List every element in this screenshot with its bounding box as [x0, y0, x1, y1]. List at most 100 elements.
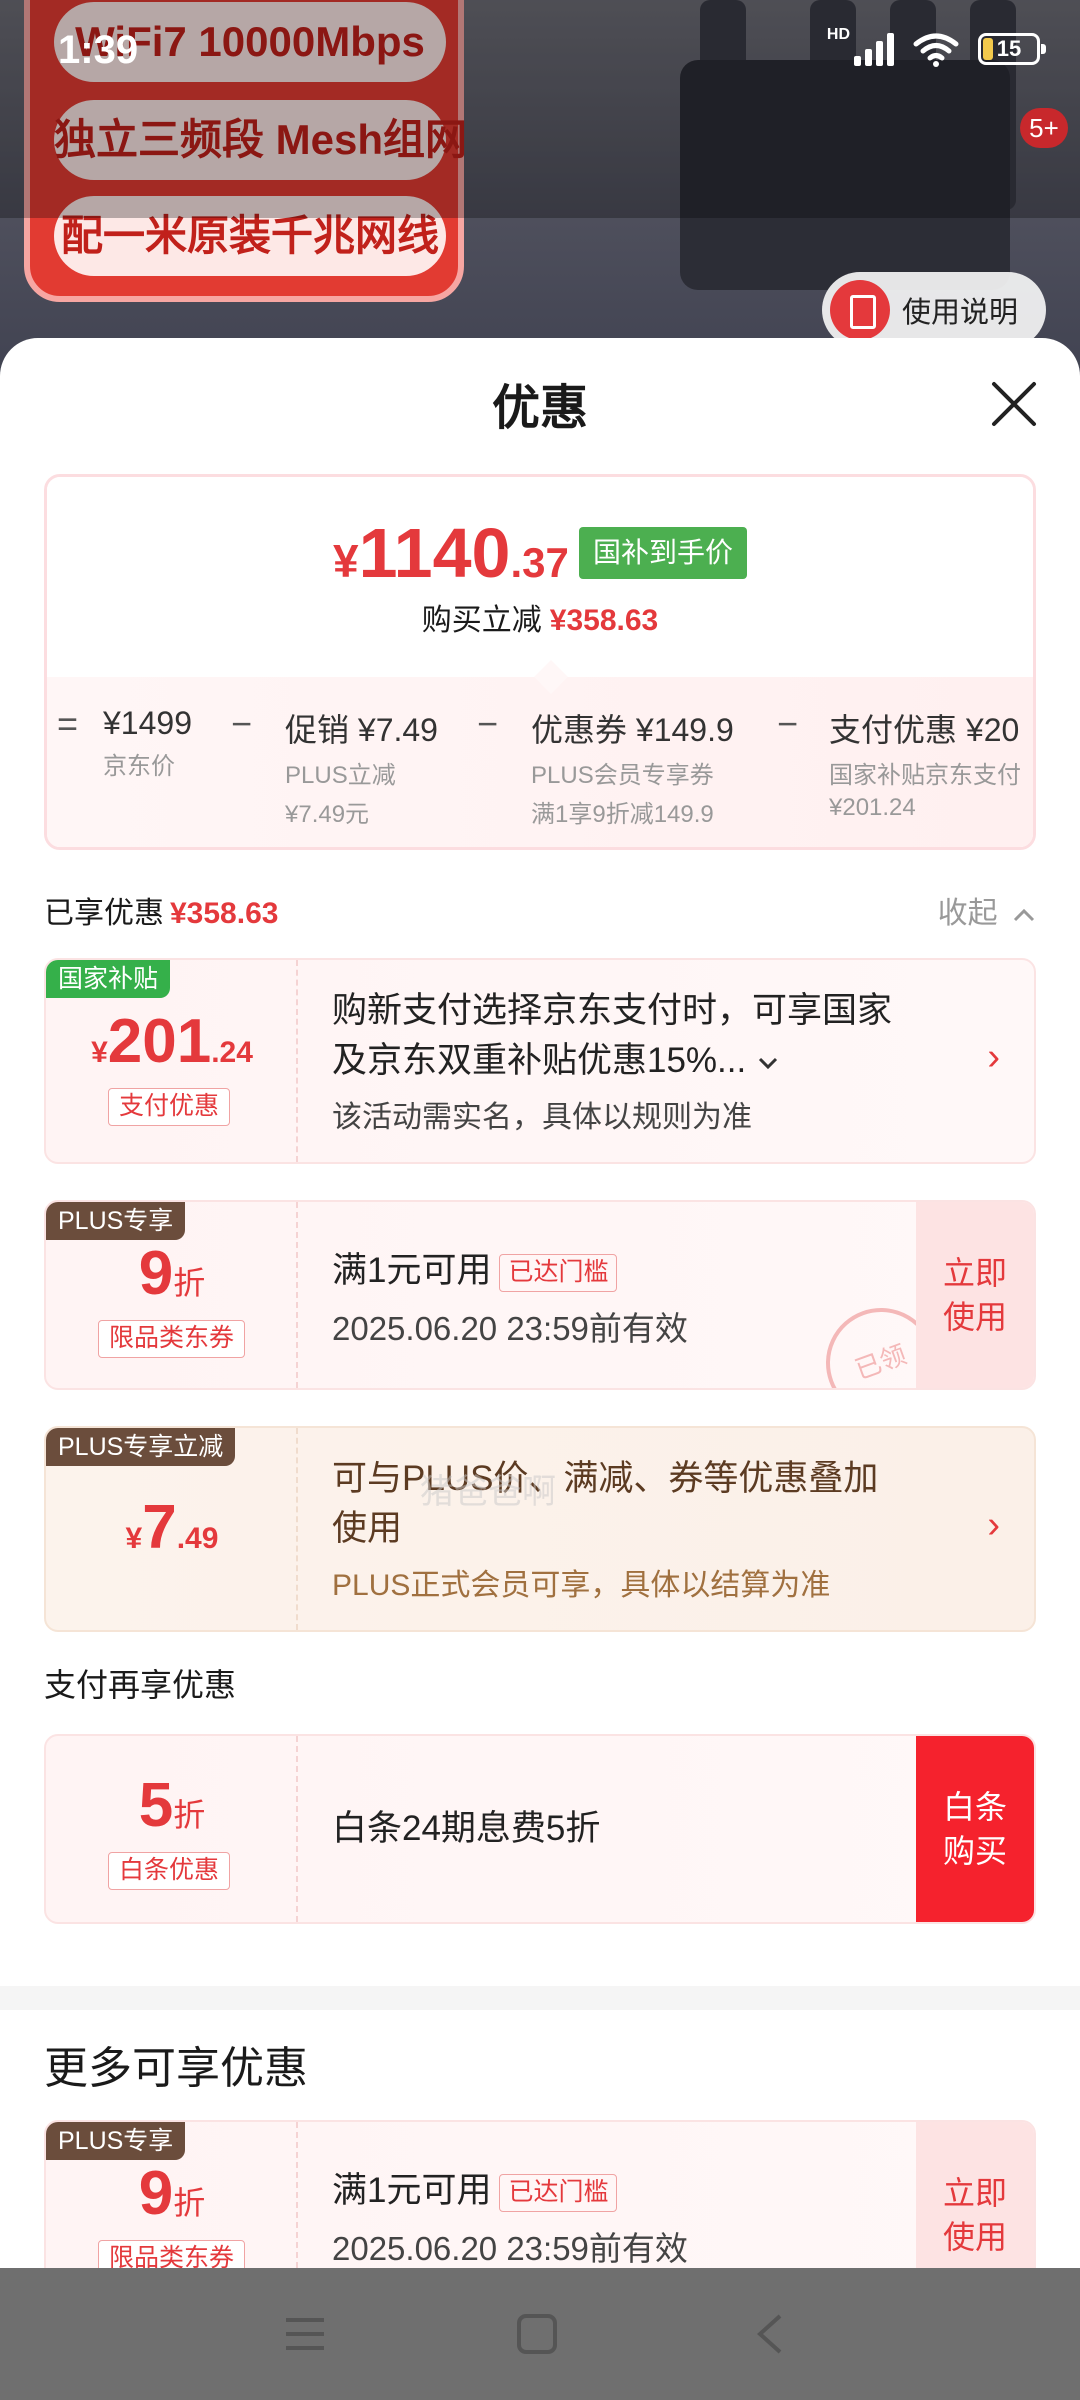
final-price: ¥1140.37	[333, 513, 569, 593]
use-now-button[interactable]: 立即使用	[916, 1202, 1034, 1388]
offer-note: PLUS正式会员可享，具体以结算为准	[332, 1569, 831, 1602]
rate-value: 9	[138, 1239, 174, 1308]
minus-sign: −	[777, 703, 799, 744]
price-summary-card: ¥1140.37 国补到手价 购买立减 ¥358.63 = ¥1499 京东价 −…	[44, 474, 1036, 850]
manual-icon	[830, 280, 890, 340]
enjoyed-label: 已享优惠	[44, 897, 164, 930]
offer-corner-tag: 国家补贴	[46, 960, 171, 998]
offer-desc: 及京东双重补贴优惠15%...	[332, 1041, 747, 1080]
menu-icon[interactable]	[282, 2312, 328, 2356]
sheet-title: 优惠	[491, 382, 588, 435]
collapse-button[interactable]: 收起	[938, 888, 1036, 932]
battery-icon: 15	[978, 33, 1046, 65]
price-integer: 1140	[358, 514, 511, 592]
plus-reduction-card[interactable]: PLUS专享立减 ¥7.49 可与PLUS价、满减、券等优惠叠加 使用 PLUS…	[44, 1426, 1036, 1632]
currency-symbol: ¥	[333, 535, 359, 587]
minus-sign: −	[231, 703, 253, 744]
price-decimal: .37	[510, 539, 569, 586]
offer-type-tag: 限品类东券	[98, 1320, 246, 1358]
plus-coupon-card[interactable]: PLUS专享 9折 限品类东券 满1元可用 已达门槛 2025.06.20 23:…	[44, 2120, 1036, 2268]
baitiao-desc: 白条24期息费5折	[332, 1809, 601, 1848]
offer-corner-tag: PLUS专享立减	[46, 1428, 236, 1466]
rate-value: 5	[138, 1771, 174, 1840]
amount-integer: 7	[142, 1493, 177, 1562]
chevron-down-icon[interactable]	[756, 1053, 780, 1073]
amount-decimal: .24	[211, 1036, 253, 1069]
breakdown-sub: 满1享9折减149.9	[531, 801, 714, 828]
threshold-reached-tag: 已达门槛	[499, 1253, 618, 1292]
pay-again-heading: 支付再享优惠	[44, 1667, 237, 1703]
baitiao-buy-label: 白条购买	[942, 1789, 1007, 1869]
breakdown-sub: 国家补贴京东支付	[829, 762, 1021, 789]
breakdown-title: 优惠券 ¥149.9	[531, 712, 734, 748]
price-breakdown[interactable]: = ¥1499 京东价 − 促销 ¥7.49 PLUS立减 ¥7.49元 − 优…	[47, 677, 1033, 847]
breakdown-item: 支付优惠 ¥20 国家补贴京东支付 ¥201.24	[829, 705, 1021, 822]
discount-rate: 5折	[46, 1770, 298, 1841]
expiry-text: 2025.06.20 23:59前有效	[332, 2230, 688, 2267]
offer-corner-tag: PLUS专享	[46, 2122, 186, 2160]
offer-desc-row: 及京东双重补贴优惠15%...	[332, 1036, 892, 1086]
offer-amount: ¥201.24	[46, 1006, 298, 1077]
discount-rate: 9折	[46, 1238, 298, 1309]
condition-text: 满1元可用	[332, 1251, 492, 1290]
close-icon[interactable]	[988, 378, 1040, 430]
usage-guide-button[interactable]: 使用说明	[822, 272, 1046, 348]
offer-desc: 可与PLUS价、满减、券等优惠叠加	[332, 1459, 879, 1498]
minus-sign: −	[477, 703, 499, 744]
chevron-right-icon[interactable]: ›	[987, 1504, 1000, 1547]
system-nav-bar	[0, 2268, 1080, 2400]
breakdown-sub: ¥201.24	[829, 794, 916, 821]
usage-guide-label: 使用说明	[902, 297, 1019, 329]
save-line: 购买立减 ¥358.63	[47, 595, 1033, 639]
breakdown-title: 支付优惠 ¥20	[829, 712, 1020, 748]
offer-desc: 使用	[332, 1509, 403, 1548]
breakdown-sub: ¥7.49元	[285, 801, 370, 828]
home-icon[interactable]	[514, 2312, 560, 2356]
subsidy-offer-card[interactable]: 国家补贴 ¥201.24 支付优惠 购新支付选择京东支付时，可享国家 及京东双重…	[44, 958, 1036, 1164]
breakdown-sub: 京东价	[103, 753, 175, 780]
subsidy-price-tag: 国补到手价	[579, 527, 748, 579]
threshold-reached-tag: 已达门槛	[499, 2173, 618, 2212]
breakdown-title: 促销 ¥7.49	[285, 712, 438, 748]
amount-decimal: .49	[176, 1522, 219, 1555]
condition-text: 满1元可用	[332, 2171, 492, 2210]
breakdown-sub: PLUS会员专享券	[531, 762, 714, 789]
breakdown-sub: PLUS立减	[285, 762, 396, 789]
collapse-label: 收起	[937, 897, 998, 930]
rate-value: 9	[138, 2159, 174, 2228]
breakdown-item: 优惠券 ¥149.9 PLUS会员专享券 满1享9折减149.9	[531, 705, 734, 829]
use-now-button[interactable]: 立即使用	[916, 2122, 1034, 2268]
baitiao-buy-button[interactable]: 白条购买	[916, 1736, 1034, 1922]
battery-level: 15	[996, 36, 1022, 61]
coupon-condition: 满1元可用 已达门槛	[332, 1246, 688, 1296]
offer-type-tag: 白条优惠	[108, 1852, 231, 1890]
watermark: 猪爸爸啊	[420, 1473, 556, 1511]
offer-type-tag: 限品类东券	[98, 2240, 246, 2268]
rate-unit: 折	[173, 1265, 206, 1301]
coupon-condition: 满1元可用 已达门槛	[332, 2166, 688, 2216]
discount-rate: 9折	[46, 2158, 298, 2229]
offer-desc: 购新支付选择京东支付时，可享国家	[332, 991, 893, 1030]
cart-badge: 5+	[1020, 108, 1068, 148]
back-icon[interactable]	[748, 2312, 794, 2356]
signal-icon	[854, 32, 894, 66]
chevron-right-icon[interactable]: ›	[987, 1036, 1000, 1079]
hd-label: HD	[826, 26, 850, 43]
expiry-text: 2025.06.20 23:59前有效	[332, 1310, 688, 1347]
offer-amount: ¥7.49	[46, 1492, 298, 1563]
offer-corner-tag: PLUS专享	[46, 1202, 186, 1240]
currency-symbol: ¥	[91, 1036, 108, 1069]
status-bar: 1:39 HD 15	[0, 0, 1080, 104]
rate-unit: 折	[173, 2185, 206, 2221]
save-label: 购买立减	[421, 604, 542, 637]
breakdown-title: ¥1499	[103, 705, 192, 741]
clock: 1:39	[58, 28, 139, 72]
rate-unit: 折	[173, 1797, 206, 1833]
discount-sheet: 优惠 ¥1140.37 国补到手价 购买立减 ¥358.63 = ¥1499 京东…	[0, 338, 1080, 2268]
plus-coupon-card[interactable]: PLUS专享 9折 限品类东券 满1元可用 已达门槛 2025.06.20 23:…	[44, 1200, 1036, 1390]
enjoyed-value: ¥358.63	[170, 897, 279, 930]
offer-note: 该活动需实名，具体以规则为准	[332, 1101, 752, 1134]
use-now-label: 立即使用	[942, 2175, 1007, 2255]
baitiao-offer-card[interactable]: 5折 白条优惠 白条24期息费5折 白条购买	[44, 1734, 1036, 1924]
offer-type-tag: 支付优惠	[108, 1088, 231, 1126]
